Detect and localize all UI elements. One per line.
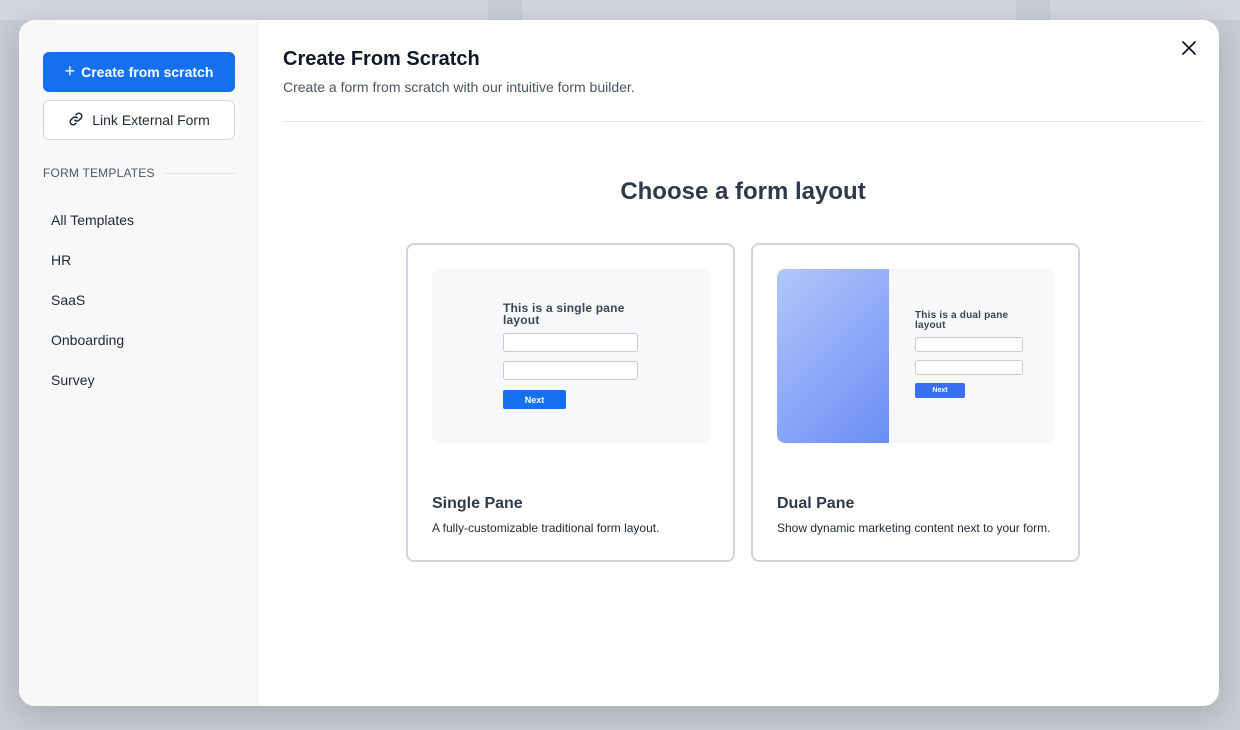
sidebar-item-label: All Templates (51, 212, 135, 228)
create-form-modal: + Create from scratch Link External Form… (19, 20, 1219, 706)
sidebar-item-label: Survey (51, 372, 95, 388)
preview-input (915, 337, 1023, 352)
preview-next-button: Next (503, 390, 566, 409)
preview-heading: This is a dual pane layout (915, 310, 1009, 331)
preview-input (503, 361, 638, 380)
sidebar-item-saas[interactable]: SaaS (43, 280, 235, 320)
card-description: Show dynamic marketing content next to y… (777, 521, 1051, 535)
link-external-form-label: Link External Form (92, 112, 210, 128)
sidebar-item-hr[interactable]: HR (43, 240, 235, 280)
backdrop-strip (522, 0, 1016, 20)
preview-next-button: Next (915, 383, 965, 398)
single-pane-preview: This is a single pane layout Next (432, 269, 710, 443)
close-button[interactable] (1177, 38, 1201, 62)
main-panel: Create From Scratch Create a form from s… (259, 20, 1219, 706)
preview-input (503, 333, 638, 352)
layout-heading: Choose a form layout (620, 178, 866, 205)
create-from-scratch-button[interactable]: + Create from scratch (43, 52, 235, 92)
header-divider (283, 121, 1203, 122)
form-templates-label: FORM TEMPLATES (43, 166, 155, 180)
section-divider (164, 172, 235, 174)
dual-pane-preview: This is a dual pane layout Next (777, 269, 1055, 443)
sidebar: + Create from scratch Link External Form… (19, 20, 259, 706)
preview-heading: This is a single pane layout (503, 301, 625, 327)
sidebar-item-onboarding[interactable]: Onboarding (43, 320, 235, 360)
sidebar-item-label: HR (51, 252, 72, 268)
create-from-scratch-label: Create from scratch (81, 64, 214, 80)
backdrop-strip (0, 0, 488, 20)
link-external-form-button[interactable]: Link External Form (43, 100, 235, 140)
plus-icon: + (64, 61, 76, 81)
close-icon (1181, 40, 1197, 61)
sidebar-item-label: Onboarding (51, 332, 125, 348)
marketing-pane (777, 269, 889, 443)
card-title: Dual Pane (777, 495, 855, 512)
card-title: Single Pane (432, 495, 523, 512)
single-pane-card[interactable]: This is a single pane layout Next Single… (406, 243, 735, 562)
card-description: A fully-customizable traditional form la… (432, 521, 660, 535)
sidebar-item-label: SaaS (51, 292, 86, 308)
layout-options: This is a single pane layout Next Single… (283, 243, 1203, 562)
dual-pane-card[interactable]: This is a dual pane layout Next Dual Pan… (751, 243, 1080, 562)
preview-input (915, 360, 1023, 375)
page-subtitle: Create a form from scratch with our intu… (283, 79, 635, 95)
sidebar-item-all-templates[interactable]: All Templates (43, 200, 235, 240)
backdrop-strip (1050, 0, 1240, 20)
link-icon (68, 111, 84, 130)
template-category-list: All Templates HR SaaS Onboarding Survey (43, 200, 235, 400)
sidebar-item-survey[interactable]: Survey (43, 360, 235, 400)
page-title: Create From Scratch (283, 48, 480, 70)
form-templates-heading: FORM TEMPLATES (43, 166, 235, 180)
